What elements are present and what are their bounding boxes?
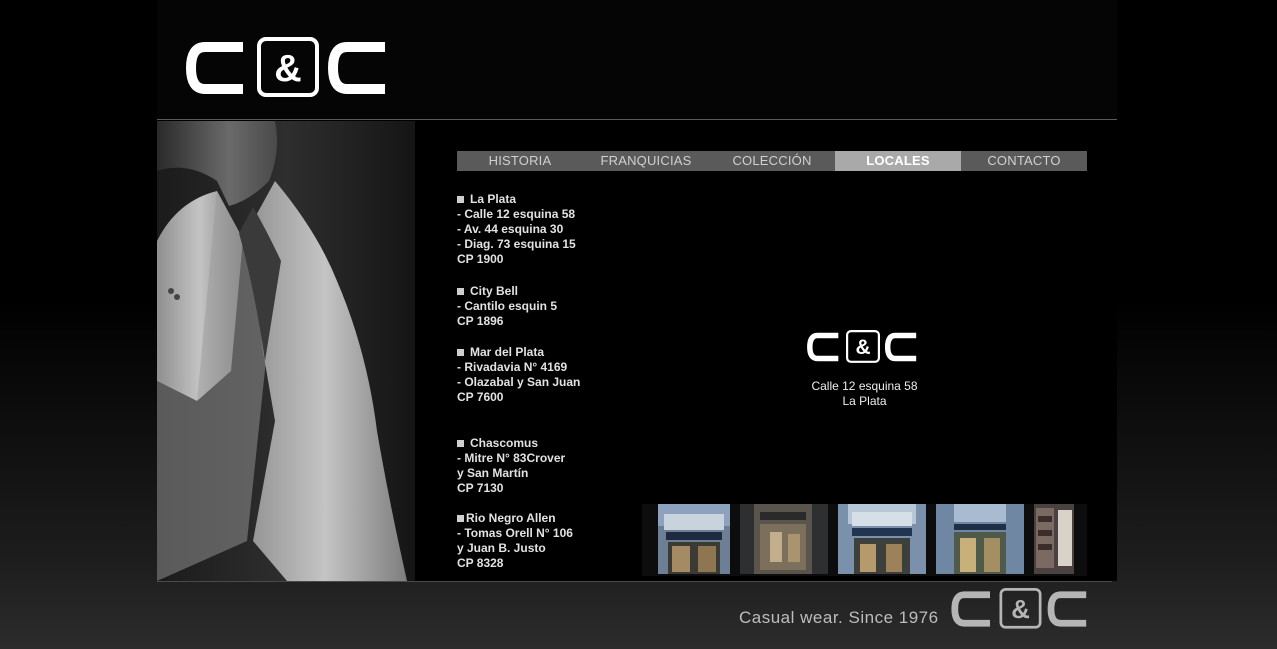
svg-text:&: & bbox=[274, 48, 301, 90]
store-thumbnail[interactable] bbox=[838, 504, 926, 574]
location-address: - Calle 12 esquina 58 bbox=[457, 207, 576, 221]
caption-address: Calle 12 esquina 58 bbox=[811, 379, 918, 393]
location-address: y San Martín bbox=[457, 466, 529, 480]
location-address: - Mitre N° 83Crover bbox=[457, 451, 566, 465]
square-bullet-icon bbox=[457, 196, 464, 203]
location-address: - Av. 44 esquina 30 bbox=[457, 222, 564, 236]
location-city-bell: City Bell - Cantilo esquin 5 CP 1896 bbox=[457, 284, 637, 329]
footer-divider bbox=[157, 581, 1112, 582]
location-address: - Rivadavia N° 4169 bbox=[457, 360, 568, 374]
location-mar-del-plata: Mar del Plata - Rivadavia N° 4169 - Olaz… bbox=[457, 345, 637, 405]
store-locations-list: La Plata - Calle 12 esquina 58 - Av. 44 … bbox=[457, 192, 637, 571]
header-divider bbox=[157, 119, 1117, 120]
caption-city: La Plata bbox=[842, 394, 887, 408]
model-photo bbox=[157, 121, 415, 581]
location-address: - Tomas Orell N° 106 bbox=[457, 526, 573, 540]
brand-logo[interactable]: & bbox=[183, 37, 393, 104]
location-rio-negro-allen: Rio Negro Allen - Tomas Orell N° 106 y J… bbox=[457, 511, 637, 571]
location-address: y Juan B. Justo bbox=[457, 541, 546, 555]
location-chascomus: Chascomus - Mitre N° 83Crover y San Mart… bbox=[457, 436, 637, 496]
square-bullet-icon bbox=[457, 349, 464, 356]
location-postcode: CP 7130 bbox=[457, 481, 504, 495]
location-address: - Diag. 73 esquina 15 bbox=[457, 237, 576, 251]
store-caption: Calle 12 esquina 58 La Plata bbox=[642, 379, 1087, 409]
footer-logo: & bbox=[949, 588, 1092, 635]
location-la-plata: La Plata - Calle 12 esquina 58 - Av. 44 … bbox=[457, 192, 637, 267]
svg-text:&: & bbox=[1011, 596, 1030, 624]
location-city: Rio Negro Allen bbox=[466, 511, 556, 525]
location-city: Mar del Plata bbox=[470, 345, 545, 359]
nav-contacto[interactable]: CONTACTO bbox=[961, 151, 1087, 171]
square-bullet-icon bbox=[457, 288, 464, 295]
location-city: Chascomus bbox=[470, 436, 539, 450]
store-thumbnail[interactable] bbox=[658, 504, 730, 574]
location-address: - Cantilo esquin 5 bbox=[457, 299, 558, 313]
store-photo-viewer: & Calle 12 esquina 58 La Plata bbox=[642, 192, 1087, 576]
location-postcode: CP 1900 bbox=[457, 252, 504, 266]
location-address: - Olazabal y San Juan bbox=[457, 375, 581, 389]
nav-historia[interactable]: HISTORIA bbox=[457, 151, 583, 171]
location-postcode: CP 8328 bbox=[457, 556, 504, 570]
main-nav: HISTORIA FRANQUICIAS COLECCIÓN LOCALES C… bbox=[457, 151, 1087, 171]
square-bullet-icon bbox=[457, 440, 464, 447]
location-postcode: CP 1896 bbox=[457, 314, 504, 328]
location-city: La Plata bbox=[470, 192, 517, 206]
nav-franquicias[interactable]: FRANQUICIAS bbox=[583, 151, 709, 171]
store-thumbnail[interactable] bbox=[1034, 504, 1074, 574]
nav-locales[interactable]: LOCALES bbox=[835, 151, 961, 171]
location-city: City Bell bbox=[470, 284, 519, 298]
thumbnail-strip bbox=[642, 504, 1087, 576]
location-postcode: CP 7600 bbox=[457, 390, 504, 404]
nav-coleccion[interactable]: COLECCIÓN bbox=[709, 151, 835, 171]
svg-text:&: & bbox=[855, 336, 870, 359]
square-bullet-icon bbox=[457, 515, 464, 522]
viewer-logo: & bbox=[804, 330, 922, 369]
store-thumbnail[interactable] bbox=[936, 504, 1024, 574]
brand-tagline: Casual wear. Since 1976 bbox=[739, 608, 939, 627]
store-thumbnail[interactable] bbox=[740, 504, 828, 574]
